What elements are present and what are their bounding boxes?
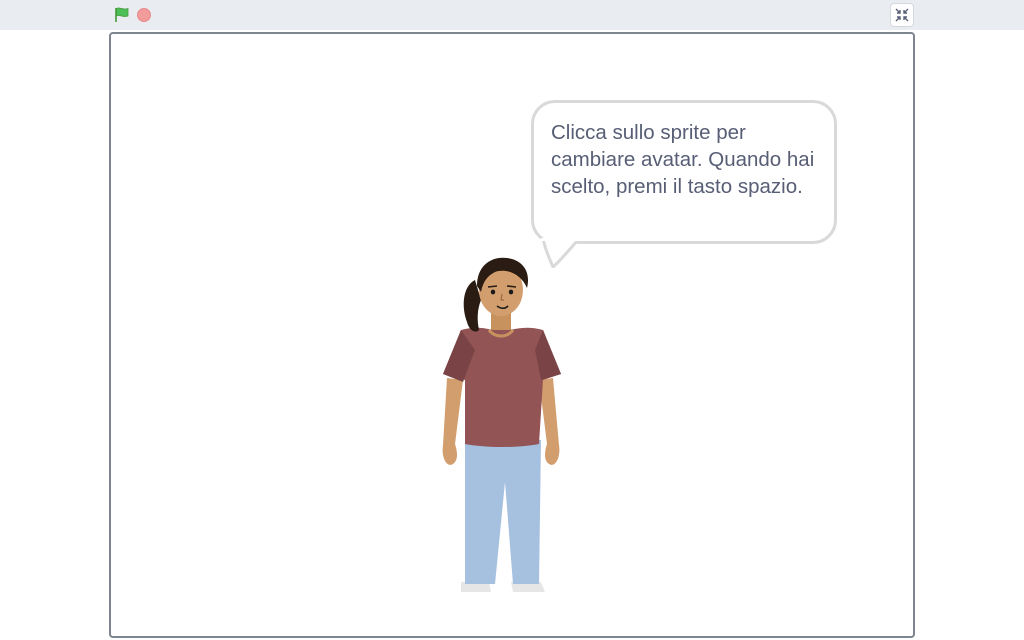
green-flag-icon[interactable] — [113, 6, 131, 24]
exit-fullscreen-button[interactable] — [890, 3, 914, 27]
stop-icon[interactable] — [137, 8, 151, 22]
avatar-girl-sprite[interactable] — [435, 250, 565, 595]
speech-bubble: Clicca sullo sprite per cambiare avatar.… — [531, 100, 837, 244]
exit-fullscreen-icon — [895, 8, 909, 22]
speech-bubble-text: Clicca sullo sprite per cambiare avatar.… — [551, 121, 815, 198]
stage-header — [0, 0, 1024, 30]
stage[interactable]: Clicca sullo sprite per cambiare avatar.… — [109, 32, 915, 638]
